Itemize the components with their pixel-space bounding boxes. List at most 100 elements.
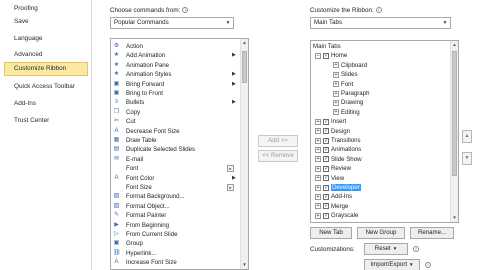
add-button[interactable]: Add >> — [258, 135, 298, 147]
command-item[interactable]: ▷ From Current Slide — [113, 230, 177, 239]
tab-checkbox[interactable]: ✓ — [323, 137, 329, 144]
rename-button[interactable]: Rename... — [410, 227, 454, 239]
tab-checkbox[interactable]: ✓ — [323, 118, 329, 125]
command-item[interactable]: A Decrease Font Size — [113, 127, 179, 136]
scroll-thumb[interactable] — [242, 51, 247, 83]
expand-icon[interactable]: + — [315, 137, 321, 144]
expand-icon[interactable]: + — [315, 203, 321, 210]
expand-icon[interactable]: + — [315, 165, 321, 172]
nav-item-proofing[interactable]: Proofing — [4, 2, 88, 16]
tree-item[interactable]: + ✓ Insert — [315, 117, 346, 126]
commands-listbox[interactable]: ▲ ▼ ⚙ Action ★ Add Animation ▶ ★ Animation Pan… — [110, 38, 249, 270]
tab-checkbox[interactable]: ✓ — [323, 156, 329, 163]
command-item[interactable]: ▣ Bring Forward — [113, 80, 165, 89]
command-item[interactable]: A Font Color — [113, 174, 154, 183]
command-item[interactable]: ✎ Format Painter — [113, 211, 166, 220]
scroll-down-icon[interactable]: ▼ — [451, 214, 458, 222]
command-item[interactable]: Font Size — [113, 183, 152, 192]
nav-item-save[interactable]: Save — [4, 15, 88, 29]
expand-icon[interactable]: + — [315, 193, 321, 200]
command-item[interactable]: ▧ Format Object... — [113, 202, 170, 211]
expander-icon[interactable]: ▸ — [227, 165, 234, 173]
tree-item[interactable]: + ✓ Merge — [315, 202, 348, 211]
reset-button[interactable]: Reset ▼ — [364, 243, 408, 255]
tab-checkbox[interactable]: ✓ — [323, 128, 329, 135]
tree-item[interactable]: + ✓ Design — [315, 127, 350, 136]
nav-item-quick-access-toolbar[interactable]: Quick Access Toolbar — [4, 80, 88, 94]
nav-item-language[interactable]: Language — [4, 32, 88, 46]
expand-icon[interactable]: + — [333, 81, 339, 88]
ribbon-tabs-tree[interactable]: ▲ ▼ Main Tabs − ✓ Home + Clipboard + Slides + Fon… — [310, 40, 459, 223]
command-item[interactable]: Font — [113, 164, 138, 173]
tab-checkbox[interactable]: ✓ — [323, 212, 329, 219]
nav-item-trust-center[interactable]: Trust Center — [4, 114, 88, 128]
scroll-up-icon[interactable]: ▲ — [451, 41, 458, 49]
nav-item-add-ins[interactable]: Add-Ins — [4, 97, 88, 111]
tab-checkbox[interactable]: ✓ — [323, 175, 329, 182]
tree-item[interactable]: + ✓ Review — [315, 164, 351, 173]
command-item[interactable]: ▶ From Beginning — [113, 221, 169, 230]
expand-icon[interactable]: + — [315, 128, 321, 135]
expand-icon[interactable]: + — [333, 90, 339, 97]
tree-item[interactable]: + ✓ Slide Show — [315, 155, 362, 164]
tree-item[interactable]: + Slides — [333, 70, 358, 79]
tree-item[interactable]: + ✓ Animations — [315, 145, 361, 154]
scroll-up-icon[interactable]: ▲ — [241, 39, 248, 47]
expand-icon[interactable]: + — [333, 99, 339, 106]
expand-icon[interactable]: + — [315, 175, 321, 182]
command-item[interactable]: A Increase Font Size — [113, 258, 176, 267]
tab-checkbox[interactable]: ✓ — [323, 203, 329, 210]
command-item[interactable]: ≡ Bullets — [113, 98, 145, 107]
command-item[interactable]: ▤ Duplicate Selected Slides — [113, 145, 195, 154]
command-item[interactable]: ▦ Draw Table — [113, 136, 157, 145]
tree-item[interactable]: + ✓ Grayscale — [315, 211, 358, 220]
command-item[interactable]: ✉ E-mail — [113, 155, 143, 164]
command-item[interactable]: ★ Add Animation — [113, 51, 166, 60]
tab-checkbox[interactable]: ✓ — [323, 165, 329, 172]
move-up-button[interactable]: ▲ — [462, 130, 472, 143]
command-item[interactable]: ⛓ Hyperlink... — [113, 249, 156, 258]
scroll-thumb[interactable] — [452, 51, 457, 176]
tab-checkbox[interactable]: ✓ — [323, 146, 329, 153]
expand-icon[interactable]: + — [315, 184, 321, 191]
command-item[interactable]: ✂ Cut — [113, 117, 136, 126]
tab-checkbox[interactable]: ✓ — [323, 52, 329, 59]
tree-item[interactable]: Main Tabs — [313, 42, 341, 51]
tree-item[interactable]: + Paragraph — [333, 89, 369, 98]
import-export-button[interactable]: Import/Export ▼ — [364, 259, 420, 270]
remove-button[interactable]: << Remove — [258, 150, 298, 162]
expand-icon[interactable]: + — [333, 71, 339, 78]
tree-item[interactable]: + ✓ Add-Ins — [315, 192, 352, 201]
command-item[interactable]: ▣ Group — [113, 239, 143, 248]
command-item[interactable]: ▨ Format Background... — [113, 192, 185, 201]
tree-item[interactable]: − ✓ Home — [315, 51, 347, 60]
expand-icon[interactable]: + — [315, 156, 321, 163]
command-item[interactable]: ⚙ Action — [113, 42, 143, 51]
expand-icon[interactable]: + — [315, 118, 321, 125]
expand-icon[interactable]: + — [315, 212, 321, 219]
tree-item[interactable]: + Clipboard — [333, 61, 367, 70]
collapse-icon[interactable]: − — [315, 52, 321, 59]
command-item[interactable]: ★ Animation Pane — [113, 61, 169, 70]
nav-item-advanced[interactable]: Advanced — [4, 48, 88, 62]
tree-item[interactable]: + Drawing — [333, 98, 363, 107]
move-down-button[interactable]: ▼ — [462, 152, 472, 165]
scroll-down-icon[interactable]: ▼ — [241, 261, 248, 269]
tree-item[interactable]: + Editing — [333, 108, 360, 117]
tab-checkbox[interactable]: ✓ — [323, 184, 329, 191]
choose-commands-dropdown[interactable]: Popular Commands ▼ — [110, 17, 234, 29]
expander-icon[interactable]: ▸ — [227, 184, 234, 191]
expand-icon[interactable]: + — [333, 62, 339, 69]
tab-checkbox[interactable]: ✓ — [323, 193, 329, 200]
new-tab-button[interactable]: New Tab — [310, 227, 352, 239]
tree-item[interactable]: + Font — [333, 80, 353, 89]
expand-icon[interactable]: + — [333, 109, 339, 116]
tree-item[interactable]: + ✓ Developer — [315, 183, 361, 192]
tree-item[interactable]: + ✓ Transitions — [315, 136, 361, 145]
command-item[interactable]: ❐ Copy — [113, 108, 140, 117]
command-item[interactable]: ▣ Bring to Front — [113, 89, 163, 98]
tree-scrollbar[interactable]: ▲ ▼ — [450, 41, 458, 222]
nav-item-customize-ribbon[interactable]: Customize Ribbon — [4, 62, 88, 76]
command-item[interactable]: ★ Animation Styles — [113, 70, 172, 79]
customize-ribbon-dropdown[interactable]: Main Tabs ▼ — [310, 17, 451, 29]
